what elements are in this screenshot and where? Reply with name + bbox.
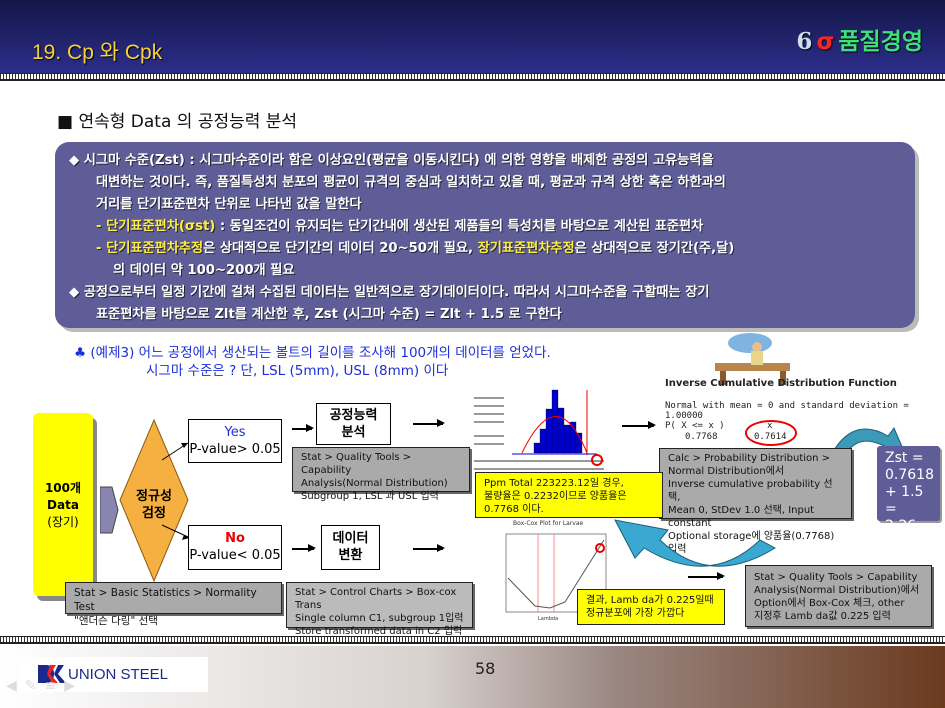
note-line: Calc > Probability Distribution > [668,453,831,464]
data-count: 100개 [44,481,82,495]
term: - 단기표준편차추정 [96,241,204,256]
note-line: Analysis(Normal Distribution) [301,478,448,489]
prev-slide-icon[interactable]: ◀ [6,678,25,694]
top-border [0,73,945,81]
term-text: : 동일조건이 유지되는 단기간내에 생산된 제품들의 특성치를 바탕으로 계산… [215,219,704,234]
icdf-col-p: P( X <= x ) [665,421,725,431]
page-number: 58 [475,659,496,678]
slide-nav[interactable]: ◀✎≡▶ [6,678,83,694]
arrow-icon [292,545,316,551]
icdf-p-value: 0.7768 [685,432,718,442]
capability-histogram-thumbnail [474,389,604,470]
note-line: Subgroup 1, LSL 과 USL 입력 [301,491,439,502]
term-text: 은 상대적으로 장기간(주,달) [574,241,735,256]
info-line: 거리를 단기표준편차 단위로 나타낸 값을 말한다 [96,197,362,212]
arrow-icon [413,420,445,426]
zst-line: Zst = [885,450,924,466]
brand-text: 품질경영 [838,29,923,55]
box-line: 데이터 [332,531,369,546]
term: 장기표준편차추정 [477,241,575,256]
next-slide-icon[interactable]: ▶ [64,678,83,694]
note-line: 불량율은 0.2232이므로 양품율은 [484,491,627,502]
note-line: Stat > Quality Tools > Capability [754,572,918,583]
normality-test-note: Stat > Basic Statistics > Normality Test… [65,582,282,627]
example-line: 시그마 수준은 ? 단, LSL (5mm), USL (8mm) 이다 [146,363,449,379]
no-label: No [225,531,245,546]
info-line: 의 데이터 약 100~200개 필요 [113,263,295,278]
boxcox-xlabel: Lambda [538,616,559,622]
arrow-icon [622,422,656,428]
lambda-result-note: 결과, Lamb da가 0.225일때정규분포에 가장 가깝다 [577,589,725,625]
info-box: ◆ 시그마 수준(Zst) : 시그마수준이라 함은 이상요인(평균을 이동시킨… [55,142,915,328]
brand-six: 6 [796,28,813,55]
brand-sigma: σ [816,29,835,55]
example-line: ♣ (예제3) 어느 공정에서 생산되는 볼트의 길이를 조사해 100개의 데… [74,345,551,361]
note-line: Stat > Quality Tools > Capability [301,452,412,476]
note-line: Ppm Total 223223.12일 경우, [484,478,624,489]
zst-result: Zst = 0.7618 + 1.5 = 2.26 [877,446,940,534]
info-line: ◆ 시그마 수준(Zst) : 시그마수준이라 함은 이상요인(평균을 이동시킨… [69,153,714,168]
arrow-icon [413,545,445,551]
brand-title: 6 σ 품질경영 [796,22,923,56]
slide-title: 19. Cp 와 Cpk [32,41,163,64]
ppm-result-note: Ppm Total 223223.12일 경우, 불량율은 0.2232이므로 양… [475,472,663,518]
yes-condition: P-value> 0.05 [189,442,281,457]
note-line: Inverse cumulative probability 선택, [668,479,833,503]
note-line: "앤더슨 다링" 선택 [74,615,158,627]
zst-line: + 1.5 [885,484,924,500]
zst-line: = 2.26 [885,501,917,534]
info-line: 대변하는 것이다. 즉, 품질특성치 분포의 평균이 규격의 중심과 일치하고 … [96,175,726,190]
note-line: Single column C1, subgroup 1입력 [295,613,464,624]
note-line: Option에서 Box-Cox 체크, other [754,598,905,609]
data-box: 100개 Data (장기) [33,413,93,596]
data-label: Data [47,498,79,512]
note-line: Stat > Control Charts > Box-cox Trans [295,587,457,611]
box-line: 분석 [341,425,366,440]
slide-footer: UNION STEEL 58 ◀✎≡▶ [0,646,945,708]
capability-analysis-box: 공정능력분석 [316,403,391,445]
bottom-border [0,636,945,644]
zst-line: 0.7618 [885,467,934,483]
pen-icon[interactable]: ✎ [25,678,45,694]
boxcox-capability-note: Stat > Quality Tools > Capability Analysi… [745,565,932,627]
data-transform-box: 데이터변환 [321,525,380,570]
yes-branch-box: Yes P-value> 0.05 [188,419,282,463]
data-type: (장기) [47,515,79,529]
boxcox-steps-note: Stat > Control Charts > Box-cox Trans Sin… [286,582,473,637]
definition-estimation: - 단기표준편차추정은 상대적으로 단기간의 데이터 20~50개 필요, 장기… [69,238,901,260]
slide-header: 19. Cp 와 Cpk 6 σ 품질경영 [0,0,945,73]
note-line: Normal Distribution에서 [668,466,785,477]
section-heading: ■ 연속형 Data 의 공정능력 분석 [57,112,298,132]
term: - 단기표준편차(σst) [96,219,216,234]
yes-label: Yes [224,425,246,440]
definition-short-term: - 단기표준편차(σst) : 동일조건이 유지되는 단기간내에 생산된 제품들… [69,216,901,238]
capability-steps-note: Stat > Quality Tools > Capability Analysi… [292,447,470,502]
box-line: 변환 [338,548,363,563]
calc-instructions: Calc > Probability Distribution > Normal … [659,448,852,555]
arrow-icon [292,425,314,431]
note-line: 결과, Lamb da가 0.225일때 [586,595,714,606]
block-arrow-icon [100,486,119,534]
note-line: Analysis(Normal Distribution)에서 [754,585,920,596]
term-text: 은 상대적으로 단기간의 데이터 20~50개 필요, [203,241,478,256]
note-line: 0.7768 이다. [484,504,544,515]
menu-icon[interactable]: ≡ [45,678,65,694]
info-line: 표준편차를 바탕으로 Zlt를 계산한 후, Zst (시그마 수준) = Zl… [96,307,562,322]
note-line: Stat > Basic Statistics > Normality Test [74,587,257,613]
highlight-circle [745,420,797,446]
arrow-icon [688,573,725,579]
note-line: 정규분포에 가장 가깝다 [586,608,685,619]
note-line: 지정후 Lamb da값 0.225 입력 [754,611,891,622]
info-line: ◆ 공정으로부터 일정 기간에 걸쳐 수집된 데이터는 일반적으로 장기데이터이… [69,285,710,300]
example-problem: ♣ (예제3) 어느 공정에서 생산되는 볼트의 길이를 조사해 100개의 데… [74,344,551,380]
box-line: 공정능력 [329,408,378,423]
icdf-title: Inverse Cumulative Distribution Function [665,378,897,389]
no-condition: P-value< 0.05 [189,548,281,563]
no-branch-box: No P-value< 0.05 [188,525,282,570]
boxcox-plot-title: Box-Cox Plot for Larvae [513,520,584,527]
